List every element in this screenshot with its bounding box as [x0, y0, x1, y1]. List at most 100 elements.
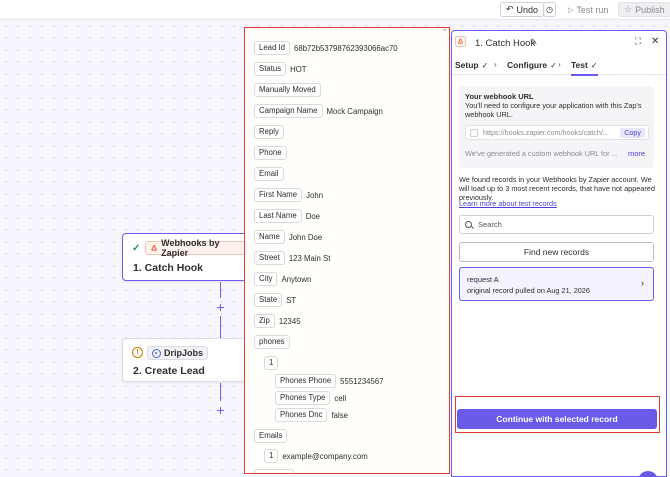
field-value: 5551234567 — [340, 376, 384, 386]
check-icon: ✓ — [590, 60, 598, 70]
webhook-url-description: You'll need to configure your applicatio… — [465, 101, 642, 119]
undo-icon: ↶ — [506, 4, 514, 14]
field-value: cell — [334, 393, 347, 403]
edit-pencil-icon[interactable]: ✎ — [530, 37, 538, 48]
field-value: HOT — [290, 64, 307, 74]
search-field[interactable] — [459, 215, 654, 234]
publish-button[interactable]: ☆ Publish — [618, 2, 670, 17]
tab-setup[interactable]: Setup ✓ — [455, 60, 488, 70]
record-field-row: Email — [254, 167, 284, 181]
record-field-row: Reply — [254, 125, 284, 139]
chevron-right-icon: › — [494, 60, 497, 69]
step-card-create-lead[interactable]: ! DripJobs 2. Create Lead — [122, 338, 247, 382]
webhook-icon — [455, 36, 466, 47]
more-link[interactable]: more — [628, 149, 645, 158]
record-field-row: Phones Type cell — [275, 391, 346, 405]
field-value: ST — [286, 295, 297, 305]
panel-header: 1. Catch Hook ✎ ⛶ ✕ — [452, 31, 666, 54]
field-key — [254, 469, 294, 473]
copy-button[interactable]: Copy — [620, 127, 645, 138]
record-field-row: Phones Dnc false — [275, 408, 348, 422]
field-key: Last Name — [254, 209, 302, 223]
field-value: Doe — [305, 211, 321, 221]
field-value: John — [306, 190, 324, 200]
record-field-row: City Anytown — [254, 272, 311, 286]
search-input[interactable] — [478, 220, 638, 229]
add-step-button[interactable]: + — [214, 403, 227, 417]
step-card-catch-hook[interactable]: ✓ Webhooks by Zapier 1. Catch Hook — [122, 233, 247, 281]
field-key: Lead Id — [254, 41, 291, 55]
play-icon: ▷ — [568, 6, 574, 14]
scroll-up-icon[interactable] — [442, 28, 447, 33]
app-chip-dripjobs: DripJobs — [147, 346, 209, 360]
app-name: Webhooks by Zapier — [161, 238, 220, 258]
app-chip-webhooks: Webhooks by Zapier — [145, 238, 246, 258]
record-field-row: Street 123 Main St — [254, 251, 330, 265]
chevron-right-icon: › — [641, 278, 644, 288]
step-title: 2. Create Lead — [133, 365, 205, 377]
webhook-url-box: Your webhook URL You'll need to configur… — [459, 86, 654, 168]
step-title: 1. Catch Hook — [133, 262, 204, 274]
field-key: Campaign Name — [254, 104, 323, 118]
field-key: Status — [254, 62, 287, 76]
chevron-right-icon: › — [558, 60, 561, 69]
connector-line — [220, 282, 221, 298]
tab-configure[interactable]: Configure ✓ — [507, 60, 557, 70]
record-field-row: Emails — [254, 429, 288, 443]
history-icon: ◷ — [546, 5, 553, 14]
version-history-button[interactable]: ◷ — [543, 2, 556, 17]
record-field-row: 1 example@company.com — [264, 449, 368, 463]
expand-icon[interactable]: ⛶ — [635, 36, 641, 47]
record-field-row: Zip 12345 — [254, 314, 301, 328]
field-key: Phones Phone — [275, 374, 337, 388]
field-key: Email — [254, 167, 284, 181]
check-icon: ✓ — [481, 60, 489, 70]
record-detail-panel[interactable]: Lead Id 68b72b53798762393066ac70 Status … — [244, 27, 450, 474]
field-value: 68b72b53798762393066ac70 — [294, 43, 398, 53]
field-value: example@company.com — [282, 451, 368, 461]
field-key: Reply — [254, 125, 284, 139]
field-key: Zip — [254, 314, 275, 328]
field-key: First Name — [254, 188, 303, 202]
learn-more-link[interactable]: Learn more about test records — [459, 199, 557, 208]
undo-button[interactable]: ↶ Undo — [500, 2, 545, 17]
continue-with-selected-record-button[interactable]: Continue with selected record — [457, 409, 657, 429]
field-key: Manually Moved — [254, 83, 321, 97]
field-key: Phones Dnc — [275, 408, 328, 422]
top-toolbar: ↶ Undo ◷ ▷ Test run ☆ Publish — [0, 0, 670, 20]
connector-line — [220, 383, 221, 401]
link-icon — [470, 128, 478, 137]
panel-tabs: Setup ✓ › Configure ✓ › Test ✓ — [452, 55, 666, 76]
field-value: John Doe — [288, 232, 323, 242]
panel-title: 1. Catch Hook — [475, 38, 536, 49]
record-title: request A — [467, 275, 499, 284]
check-icon: ✓ — [132, 243, 141, 254]
webhook-url-field[interactable]: https://hooks.zapier.com/hooks/catch/...… — [465, 125, 649, 140]
field-key: Street — [254, 251, 285, 265]
field-key: Phones Type — [275, 391, 331, 405]
close-icon[interactable]: ✕ — [651, 36, 659, 47]
tab-label: Test — [571, 60, 588, 70]
field-value: false — [331, 410, 348, 420]
record-list-item[interactable]: request A original record pulled on Aug … — [459, 267, 654, 301]
find-new-records-button[interactable]: Find new records — [459, 242, 654, 262]
webhook-icon — [151, 244, 157, 251]
undo-label: Undo — [516, 4, 539, 15]
record-field-row: phones — [254, 335, 290, 349]
tab-label: Configure — [507, 60, 548, 70]
webhook-url-title: Your webhook URL — [465, 92, 534, 101]
test-run-label: Test run — [576, 4, 609, 15]
found-records-text: We found records in your Webhooks by Zap… — [459, 175, 655, 202]
field-value: 12345 — [278, 316, 301, 326]
publish-label: Publish — [635, 4, 665, 15]
dripjobs-icon — [152, 348, 161, 358]
tab-test[interactable]: Test ✓ — [571, 60, 598, 76]
record-field-row: Manually Moved — [254, 83, 321, 97]
test-run-button[interactable]: ▷ Test run — [563, 2, 614, 17]
check-icon: ✓ — [550, 60, 557, 70]
record-field-row: Phone — [254, 146, 287, 160]
add-step-button[interactable]: + — [214, 300, 227, 314]
field-key: 1 — [264, 449, 279, 463]
connector-line — [220, 316, 221, 338]
tab-label: Setup — [455, 60, 479, 70]
